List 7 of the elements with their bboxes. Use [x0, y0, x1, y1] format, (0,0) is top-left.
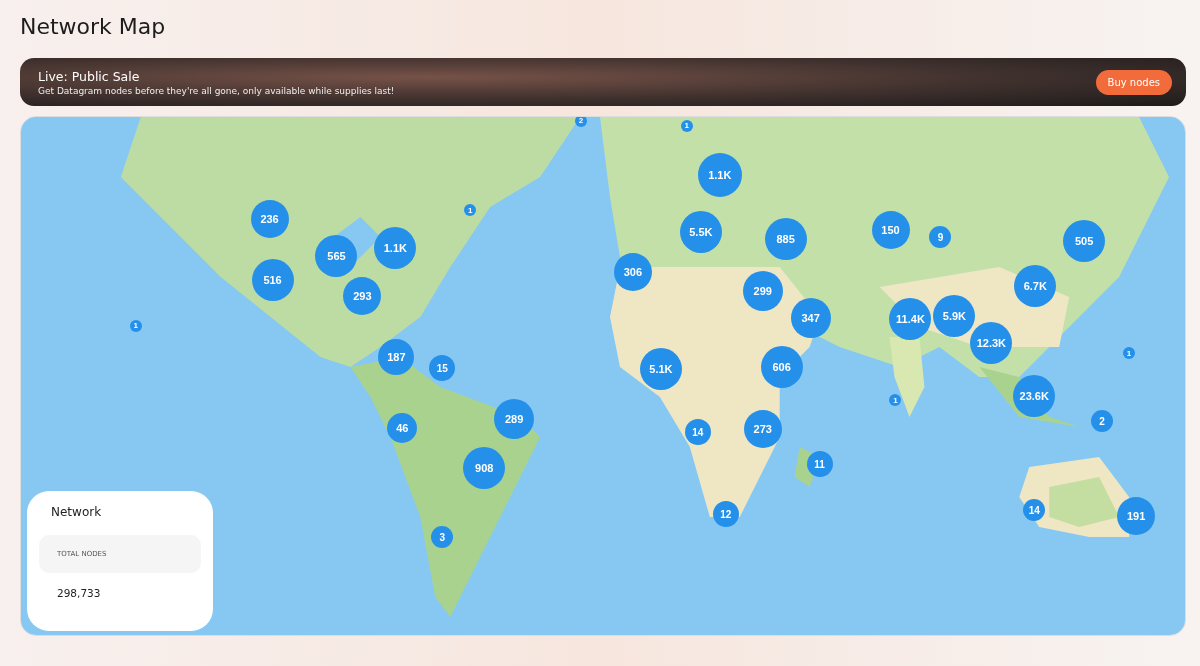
banner-title: Live: Public Sale [38, 68, 141, 84]
page-title: Network Map [20, 13, 167, 41]
buy-nodes-button[interactable]: Buy nodes [1095, 69, 1172, 95]
stat-value: 298,733 [56, 587, 102, 599]
node-cluster-marker[interactable]: 2 [575, 117, 588, 127]
banner-subtitle: Get Datagram nodes before they're all gone, only available while supplies last! [38, 85, 395, 96]
card-title: Network [50, 505, 103, 519]
